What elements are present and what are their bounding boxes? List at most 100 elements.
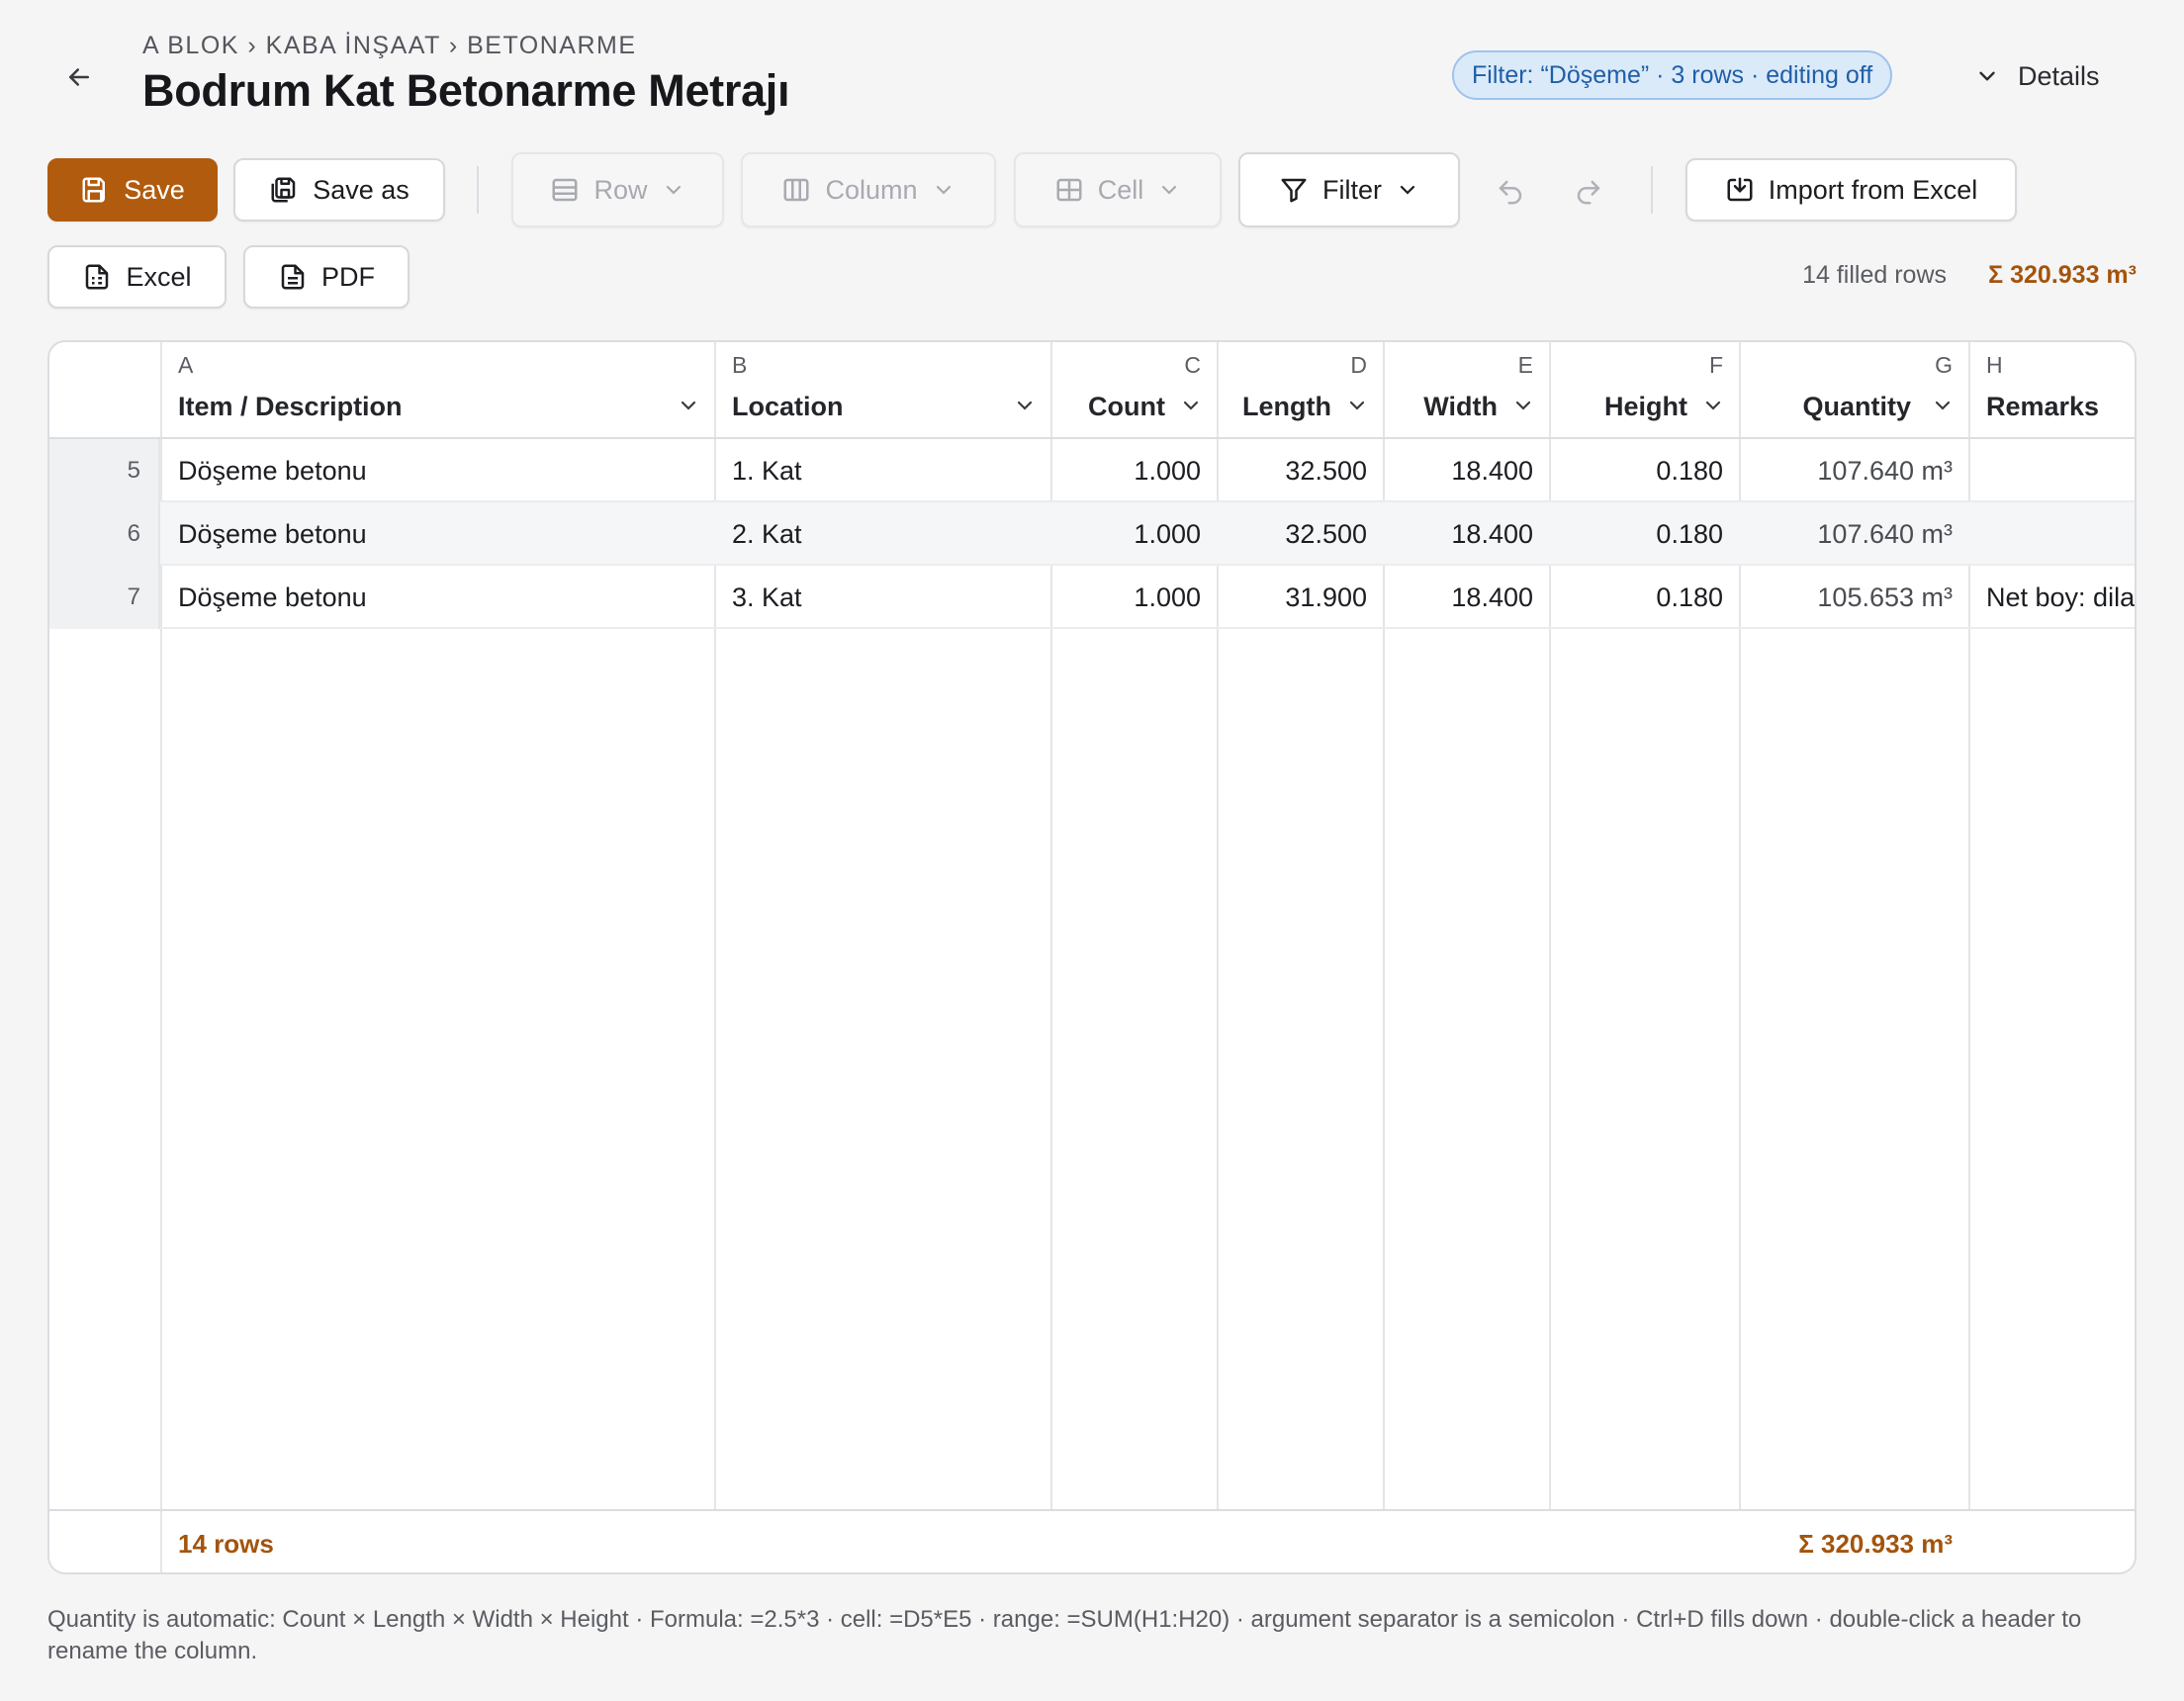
column-header-remarks[interactable]: H Remarks [1970, 342, 2135, 439]
cell-menu-label: Cell [1097, 174, 1144, 205]
filter-status-badge: Filter: “Döşeme” · 3 rows · editing off [1452, 50, 1893, 100]
column-letter: D [1350, 352, 1367, 378]
cell-length[interactable]: 32.500 [1219, 502, 1367, 566]
cell-count[interactable]: 1.000 [1052, 439, 1201, 502]
filter-menu-button[interactable]: Filter [1238, 152, 1460, 227]
document-file-icon [281, 264, 305, 290]
cell-location[interactable]: 2. Kat [732, 502, 1039, 566]
redo-icon [1577, 180, 1600, 205]
grid-footer: 14 rows Σ 320.933 m³ [49, 1509, 2135, 1572]
cell-height[interactable]: 0.180 [1551, 439, 1723, 502]
chevron-down-icon[interactable] [1179, 394, 1203, 417]
page-title: Bodrum Kat Betonarme Metrajı [142, 65, 790, 116]
grid-cell-icon [1056, 178, 1082, 202]
cell-quantity: 105.653 m³ [1817, 582, 1953, 612]
redo-button[interactable] [1567, 170, 1610, 214]
column-header-width[interactable]: E Width [1385, 342, 1549, 439]
chevron-down-icon[interactable] [1013, 394, 1037, 417]
chevron-down-icon [1400, 185, 1415, 195]
cell-height[interactable]: 0.180 [1551, 502, 1723, 566]
cell-quantity: 107.640 m³ [1817, 455, 1953, 486]
chevron-down-icon[interactable] [1931, 394, 1955, 417]
column-letter: F [1708, 352, 1723, 378]
column-letter: B [732, 352, 748, 378]
breadcrumb: A BLOK › KABA İNŞAAT › BETONARME [142, 32, 637, 59]
footer-quantity-total: Σ 320.933 m³ [1798, 1528, 1953, 1559]
row-number[interactable]: 6 [49, 502, 160, 566]
column-header-count[interactable]: C Count [1052, 342, 1217, 439]
column-header-quantity[interactable]: G Quantity [1741, 342, 1968, 439]
export-pdf-button[interactable]: PDF [243, 245, 410, 309]
column-name: Quantity [1802, 392, 1911, 421]
import-excel-button[interactable]: Import from Excel [1685, 158, 2017, 222]
table-row: 5 Döşeme betonu 1. Kat 1.000 32.500 18.4… [49, 439, 2135, 502]
column-menu-button[interactable]: Column [741, 152, 996, 227]
cell-width[interactable]: 18.400 [1385, 502, 1533, 566]
footer-row-count: 14 rows [178, 1528, 274, 1559]
grid-header: A Item / Description B Location C Count … [49, 342, 2135, 439]
column-name: Remarks [1986, 392, 2100, 421]
cell-remarks[interactable]: Net boy: dila [1986, 566, 2135, 629]
filled-rows-count: 14 filled rows [1802, 261, 1947, 289]
save-copy-icon [271, 177, 296, 203]
import-excel-label: Import from Excel [1768, 174, 1978, 205]
cell-item[interactable]: Döşeme betonu [178, 566, 702, 629]
cell-length[interactable]: 31.900 [1219, 566, 1367, 629]
chevron-down-icon[interactable] [1701, 394, 1725, 417]
cell-count[interactable]: 1.000 [1052, 566, 1201, 629]
cell-menu-button[interactable]: Cell [1014, 152, 1222, 227]
column-header-length[interactable]: D Length [1219, 342, 1383, 439]
chevron-down-icon [1979, 71, 1995, 81]
cell-length[interactable]: 32.500 [1219, 439, 1367, 502]
data-grid: A Item / Description B Location C Count … [47, 340, 2137, 1574]
cell-remarks[interactable] [1986, 502, 2135, 566]
row-number[interactable]: 5 [49, 439, 160, 502]
cell-location[interactable]: 1. Kat [732, 439, 1039, 502]
cell-item[interactable]: Döşeme betonu [178, 439, 702, 502]
column-letter: G [1935, 352, 1953, 378]
back-button[interactable] [55, 53, 103, 101]
cell-item[interactable]: Döşeme betonu [178, 502, 702, 566]
cell-quantity: 107.640 m³ [1817, 518, 1953, 549]
export-excel-button[interactable]: Excel [47, 245, 227, 309]
chevron-down-icon [666, 185, 681, 195]
chevron-down-icon[interactable] [1511, 394, 1535, 417]
cell-remarks[interactable] [1986, 439, 2135, 502]
chevron-down-icon[interactable] [1345, 394, 1369, 417]
quantity-total: Σ 320.933 m³ [1988, 261, 2137, 289]
chevron-down-icon[interactable] [677, 394, 700, 417]
cell-count[interactable]: 1.000 [1052, 502, 1201, 566]
chevron-down-icon [936, 185, 951, 195]
column-header-location[interactable]: B Location [716, 342, 1050, 439]
column-menu-label: Column [825, 174, 918, 205]
row-number[interactable]: 7 [49, 566, 160, 629]
funnel-icon [1281, 178, 1307, 203]
row-menu-button[interactable]: Row [511, 152, 724, 227]
undo-button[interactable] [1489, 170, 1532, 214]
table-row: 7 Döşeme betonu 3. Kat 1.000 31.900 18.4… [49, 566, 2135, 629]
column-name: Count [1088, 392, 1165, 421]
column-letter: E [1517, 352, 1533, 378]
cell-height[interactable]: 0.180 [1551, 566, 1723, 629]
column-letter: C [1184, 352, 1201, 378]
save-button[interactable]: Save [47, 158, 218, 222]
column-letter: H [1986, 352, 2003, 378]
cell-width[interactable]: 18.400 [1385, 566, 1533, 629]
column-divider [160, 1511, 162, 1572]
row-menu-label: Row [593, 174, 648, 205]
export-pdf-label: PDF [321, 261, 375, 292]
save-as-button[interactable]: Save as [233, 158, 445, 222]
column-header-item[interactable]: A Item / Description [162, 342, 714, 439]
column-name: Location [732, 392, 844, 421]
cell-location[interactable]: 3. Kat [732, 566, 1039, 629]
column-letter: A [178, 352, 194, 378]
save-label: Save [124, 174, 185, 205]
column-name: Height [1604, 392, 1687, 421]
filter-menu-label: Filter [1322, 174, 1382, 205]
help-text: Quantity is automatic: Count × Length × … [47, 1606, 2082, 1664]
cell-width[interactable]: 18.400 [1385, 439, 1533, 502]
undo-icon [1499, 180, 1522, 205]
column-header-height[interactable]: F Height [1551, 342, 1739, 439]
details-toggle[interactable]: Details [1974, 55, 2100, 97]
toolbar-divider [1651, 166, 1653, 214]
